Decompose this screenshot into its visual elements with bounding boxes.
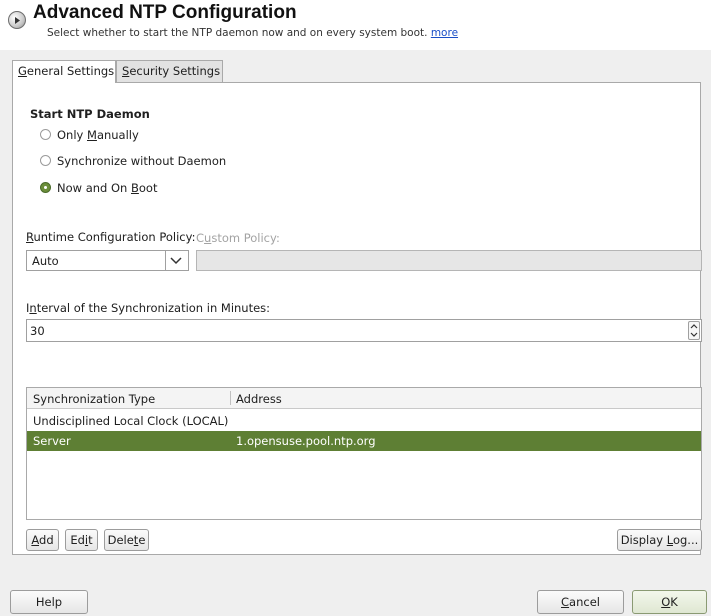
radio-button-checked[interactable] — [40, 182, 51, 193]
runtime-policy-label: Runtime Configuration Policy: — [26, 230, 195, 244]
tab-label: eneral Settings — [26, 64, 115, 78]
dialog-subtitle: Select whether to start the NTP daemon n… — [47, 27, 458, 39]
more-link[interactable]: more — [431, 27, 458, 39]
label-text: Only — [57, 128, 87, 142]
cell-type: Server — [33, 434, 71, 448]
tab-security-settings[interactable]: Security Settings — [116, 60, 223, 82]
dialog-title: Advanced NTP Configuration — [33, 2, 297, 23]
start-daemon-heading: Start NTP Daemon — [30, 107, 150, 121]
label-text: dd — [39, 533, 54, 547]
edit-button[interactable]: Edit — [65, 529, 98, 551]
interval-label: Interval of the Synchronization in Minut… — [26, 301, 270, 315]
radio-label: Only Manually — [57, 127, 139, 143]
label-mnemonic: n — [29, 301, 37, 315]
tab-label: ecurity Settings — [129, 64, 221, 78]
radio-label: Synchronize without Daemon — [57, 153, 226, 169]
radio-label: Now and On Boot — [57, 180, 157, 196]
display-log-button[interactable]: Display Log... — [617, 529, 702, 551]
label-text: Display — [620, 533, 667, 547]
spinbox-value: 30 — [30, 324, 45, 338]
cancel-button[interactable]: Cancel — [537, 590, 624, 614]
label-text: K — [670, 595, 678, 609]
label-text: Synchronize without Daemon — [57, 154, 227, 168]
label-mnemonic: O — [661, 595, 671, 609]
label-mnemonic: C — [561, 595, 570, 609]
table-header: Synchronization Type Address — [27, 388, 701, 409]
custom-policy-input[interactable] — [196, 250, 702, 271]
label-text: C — [196, 231, 205, 245]
help-button[interactable]: Help — [10, 590, 88, 614]
runtime-policy-combo[interactable]: Auto — [26, 250, 189, 271]
next-arrow-icon — [8, 11, 26, 29]
ok-button[interactable]: OK — [632, 590, 707, 614]
label-text: terval of the Synchronization in Minutes… — [36, 301, 271, 315]
column-header-address[interactable]: Address — [236, 392, 282, 406]
label-mnemonic: B — [131, 181, 139, 195]
label-text: oot — [138, 181, 158, 195]
custom-policy-label: Custom Policy: — [196, 231, 280, 245]
label-text: untime Configuration Policy: — [33, 230, 196, 244]
label-mnemonic: M — [87, 128, 97, 142]
chevron-down-icon[interactable] — [165, 251, 188, 270]
label-text: anually — [96, 128, 139, 142]
cell-address: 1.opensuse.pool.ntp.org — [236, 434, 376, 448]
table-row[interactable]: Undisciplined Local Clock (LOCAL) — [27, 411, 701, 431]
label-text: Now and On — [57, 181, 131, 195]
column-divider[interactable] — [230, 391, 231, 405]
label-text: og... — [672, 533, 699, 547]
spin-up-down-icon[interactable] — [688, 321, 700, 340]
label-text: stom Policy: — [211, 231, 280, 245]
subtitle-text: Select whether to start the NTP daemon n… — [47, 27, 428, 39]
radio-button[interactable] — [40, 129, 51, 140]
table-row-selected[interactable]: Server 1.opensuse.pool.ntp.org — [27, 431, 701, 451]
tab-mnemonic: G — [18, 64, 27, 78]
delete-button[interactable]: Delete — [104, 529, 149, 551]
label-text: ancel — [569, 595, 600, 609]
column-header-type[interactable]: Synchronization Type — [33, 392, 155, 406]
tab-general-settings[interactable]: General Settings — [12, 60, 116, 83]
dialog-header: Advanced NTP Configuration Select whethe… — [0, 0, 711, 50]
label-text: e — [138, 533, 146, 547]
cell-type: Undisciplined Local Clock (LOCAL) — [33, 414, 229, 428]
combo-value: Auto — [32, 254, 59, 268]
label-text: Ed — [70, 533, 85, 547]
radio-button[interactable] — [40, 155, 51, 166]
label-text: t — [88, 533, 93, 547]
add-button[interactable]: Add — [26, 529, 59, 551]
sync-table[interactable]: Synchronization Type Address Undisciplin… — [26, 387, 702, 520]
label-mnemonic: A — [31, 533, 40, 547]
label-text: Dele — [107, 533, 134, 547]
interval-spinbox[interactable]: 30 — [26, 319, 702, 342]
